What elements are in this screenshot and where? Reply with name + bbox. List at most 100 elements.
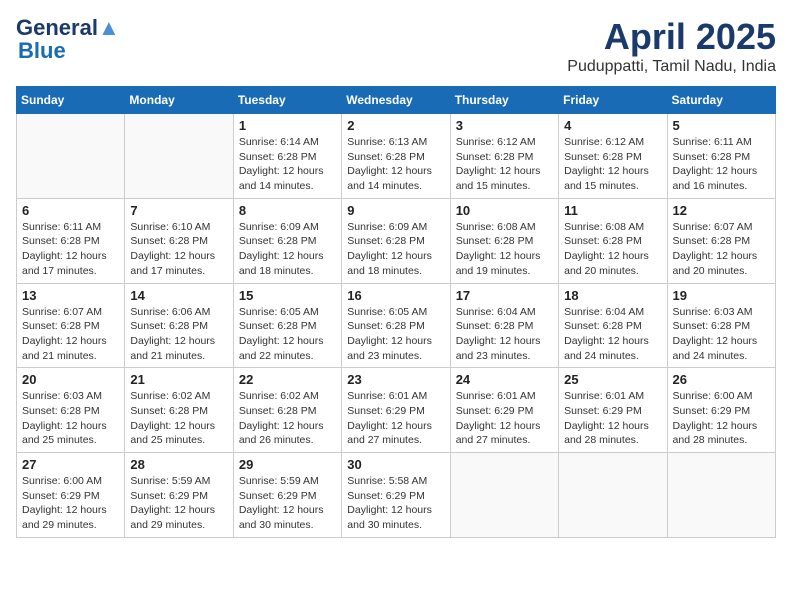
day-info: Sunrise: 5:58 AM Sunset: 6:29 PM Dayligh… — [347, 474, 444, 533]
day-number: 15 — [239, 288, 336, 303]
day-info: Sunrise: 6:07 AM Sunset: 6:28 PM Dayligh… — [22, 305, 119, 364]
day-info: Sunrise: 6:01 AM Sunset: 6:29 PM Dayligh… — [347, 389, 444, 448]
day-info: Sunrise: 6:00 AM Sunset: 6:29 PM Dayligh… — [22, 474, 119, 533]
table-row: 14 Sunrise: 6:06 AM Sunset: 6:28 PM Dayli… — [125, 283, 233, 368]
calendar-location: Puduppatti, Tamil Nadu, India — [567, 58, 776, 76]
table-row — [450, 453, 558, 538]
logo-text: General▲ — [16, 16, 120, 40]
table-row: 10 Sunrise: 6:08 AM Sunset: 6:28 PM Dayli… — [450, 198, 558, 283]
table-row — [667, 453, 775, 538]
table-row: 3 Sunrise: 6:12 AM Sunset: 6:28 PM Daylig… — [450, 114, 558, 199]
title-block: April 2025 Puduppatti, Tamil Nadu, India — [567, 16, 776, 76]
day-number: 16 — [347, 288, 444, 303]
page-header: General▲ Blue April 2025 Puduppatti, Tam… — [16, 16, 776, 76]
day-info: Sunrise: 6:02 AM Sunset: 6:28 PM Dayligh… — [130, 389, 227, 448]
table-row: 2Sunrise: 6:13 AM Sunset: 6:28 PM Daylig… — [342, 114, 450, 199]
col-friday: Friday — [559, 87, 667, 114]
day-number: 22 — [239, 372, 336, 387]
day-number: 3 — [456, 118, 553, 133]
day-info: Sunrise: 6:06 AM Sunset: 6:28 PM Dayligh… — [130, 305, 227, 364]
day-info: Sunrise: 6:05 AM Sunset: 6:28 PM Dayligh… — [347, 305, 444, 364]
col-thursday: Thursday — [450, 87, 558, 114]
day-number: 24 — [456, 372, 553, 387]
day-number: 18 — [564, 288, 661, 303]
day-info: Sunrise: 6:03 AM Sunset: 6:28 PM Dayligh… — [22, 389, 119, 448]
table-row: 16 Sunrise: 6:05 AM Sunset: 6:28 PM Dayli… — [342, 283, 450, 368]
day-info: Sunrise: 5:59 AM Sunset: 6:29 PM Dayligh… — [130, 474, 227, 533]
day-info: Sunrise: 6:14 AM Sunset: 6:28 PM Dayligh… — [239, 135, 336, 194]
table-row: 5Sunrise: 6:11 AM Sunset: 6:28 PM Daylig… — [667, 114, 775, 199]
calendar-week-row: 27Sunrise: 6:00 AM Sunset: 6:29 PM Dayli… — [17, 453, 776, 538]
day-info: Sunrise: 6:01 AM Sunset: 6:29 PM Dayligh… — [456, 389, 553, 448]
day-number: 11 — [564, 203, 661, 218]
day-info: Sunrise: 6:07 AM Sunset: 6:28 PM Dayligh… — [673, 220, 770, 279]
calendar-week-row: 6Sunrise: 6:11 AM Sunset: 6:28 PM Daylig… — [17, 198, 776, 283]
day-number: 1 — [239, 118, 336, 133]
day-number: 30 — [347, 457, 444, 472]
table-row: 17 Sunrise: 6:04 AM Sunset: 6:28 PM Dayli… — [450, 283, 558, 368]
calendar-table: Sunday Monday Tuesday Wednesday Thursday… — [16, 86, 776, 538]
day-number: 29 — [239, 457, 336, 472]
day-info: Sunrise: 6:05 AM Sunset: 6:28 PM Dayligh… — [239, 305, 336, 364]
table-row: 1 Sunrise: 6:14 AM Sunset: 6:28 PM Daylig… — [233, 114, 341, 199]
table-row: 4 Sunrise: 6:12 AM Sunset: 6:28 PM Daylig… — [559, 114, 667, 199]
day-number: 4 — [564, 118, 661, 133]
table-row: 8Sunrise: 6:09 AM Sunset: 6:28 PM Daylig… — [233, 198, 341, 283]
day-info: Sunrise: 6:02 AM Sunset: 6:28 PM Dayligh… — [239, 389, 336, 448]
day-info: Sunrise: 6:01 AM Sunset: 6:29 PM Dayligh… — [564, 389, 661, 448]
table-row: 19Sunrise: 6:03 AM Sunset: 6:28 PM Dayli… — [667, 283, 775, 368]
table-row — [559, 453, 667, 538]
day-number: 25 — [564, 372, 661, 387]
day-number: 26 — [673, 372, 770, 387]
day-info: Sunrise: 5:59 AM Sunset: 6:29 PM Dayligh… — [239, 474, 336, 533]
day-number: 21 — [130, 372, 227, 387]
day-info: Sunrise: 6:08 AM Sunset: 6:28 PM Dayligh… — [564, 220, 661, 279]
day-number: 23 — [347, 372, 444, 387]
day-info: Sunrise: 6:12 AM Sunset: 6:28 PM Dayligh… — [564, 135, 661, 194]
day-info: Sunrise: 6:09 AM Sunset: 6:28 PM Dayligh… — [347, 220, 444, 279]
day-number: 20 — [22, 372, 119, 387]
col-tuesday: Tuesday — [233, 87, 341, 114]
col-sunday: Sunday — [17, 87, 125, 114]
day-number: 14 — [130, 288, 227, 303]
logo: General▲ Blue — [16, 16, 120, 64]
day-info: Sunrise: 6:12 AM Sunset: 6:28 PM Dayligh… — [456, 135, 553, 194]
day-info: Sunrise: 6:10 AM Sunset: 6:28 PM Dayligh… — [130, 220, 227, 279]
table-row: 25 Sunrise: 6:01 AM Sunset: 6:29 PM Dayli… — [559, 368, 667, 453]
calendar-header-row: Sunday Monday Tuesday Wednesday Thursday… — [17, 87, 776, 114]
day-number: 28 — [130, 457, 227, 472]
day-number: 17 — [456, 288, 553, 303]
table-row: 13 Sunrise: 6:07 AM Sunset: 6:28 PM Dayli… — [17, 283, 125, 368]
table-row: 28 Sunrise: 5:59 AM Sunset: 6:29 PM Dayli… — [125, 453, 233, 538]
day-number: 7 — [130, 203, 227, 218]
logo-blue: Blue — [18, 38, 66, 64]
col-saturday: Saturday — [667, 87, 775, 114]
table-row: 20 Sunrise: 6:03 AM Sunset: 6:28 PM Dayli… — [17, 368, 125, 453]
day-info: Sunrise: 6:04 AM Sunset: 6:28 PM Dayligh… — [456, 305, 553, 364]
table-row: 29 Sunrise: 5:59 AM Sunset: 6:29 PM Dayli… — [233, 453, 341, 538]
table-row: 18 Sunrise: 6:04 AM Sunset: 6:28 PM Dayli… — [559, 283, 667, 368]
table-row: 21 Sunrise: 6:02 AM Sunset: 6:28 PM Dayli… — [125, 368, 233, 453]
day-info: Sunrise: 6:09 AM Sunset: 6:28 PM Dayligh… — [239, 220, 336, 279]
calendar-title: April 2025 — [567, 16, 776, 58]
col-monday: Monday — [125, 87, 233, 114]
calendar-week-row: 1 Sunrise: 6:14 AM Sunset: 6:28 PM Daylig… — [17, 114, 776, 199]
table-row — [125, 114, 233, 199]
table-row: 9Sunrise: 6:09 AM Sunset: 6:28 PM Daylig… — [342, 198, 450, 283]
day-number: 10 — [456, 203, 553, 218]
table-row: 23 Sunrise: 6:01 AM Sunset: 6:29 PM Dayli… — [342, 368, 450, 453]
day-info: Sunrise: 6:08 AM Sunset: 6:28 PM Dayligh… — [456, 220, 553, 279]
day-number: 6 — [22, 203, 119, 218]
day-info: Sunrise: 6:11 AM Sunset: 6:28 PM Dayligh… — [673, 135, 770, 194]
table-row: 7 Sunrise: 6:10 AM Sunset: 6:28 PM Daylig… — [125, 198, 233, 283]
day-number: 13 — [22, 288, 119, 303]
calendar-week-row: 20 Sunrise: 6:03 AM Sunset: 6:28 PM Dayli… — [17, 368, 776, 453]
table-row: 26 Sunrise: 6:00 AM Sunset: 6:29 PM Dayli… — [667, 368, 775, 453]
table-row: 22 Sunrise: 6:02 AM Sunset: 6:28 PM Dayli… — [233, 368, 341, 453]
day-info: Sunrise: 6:03 AM Sunset: 6:28 PM Dayligh… — [673, 305, 770, 364]
day-info: Sunrise: 6:13 AM Sunset: 6:28 PM Dayligh… — [347, 135, 444, 194]
day-info: Sunrise: 6:04 AM Sunset: 6:28 PM Dayligh… — [564, 305, 661, 364]
col-wednesday: Wednesday — [342, 87, 450, 114]
day-info: Sunrise: 6:00 AM Sunset: 6:29 PM Dayligh… — [673, 389, 770, 448]
table-row: 12Sunrise: 6:07 AM Sunset: 6:28 PM Dayli… — [667, 198, 775, 283]
